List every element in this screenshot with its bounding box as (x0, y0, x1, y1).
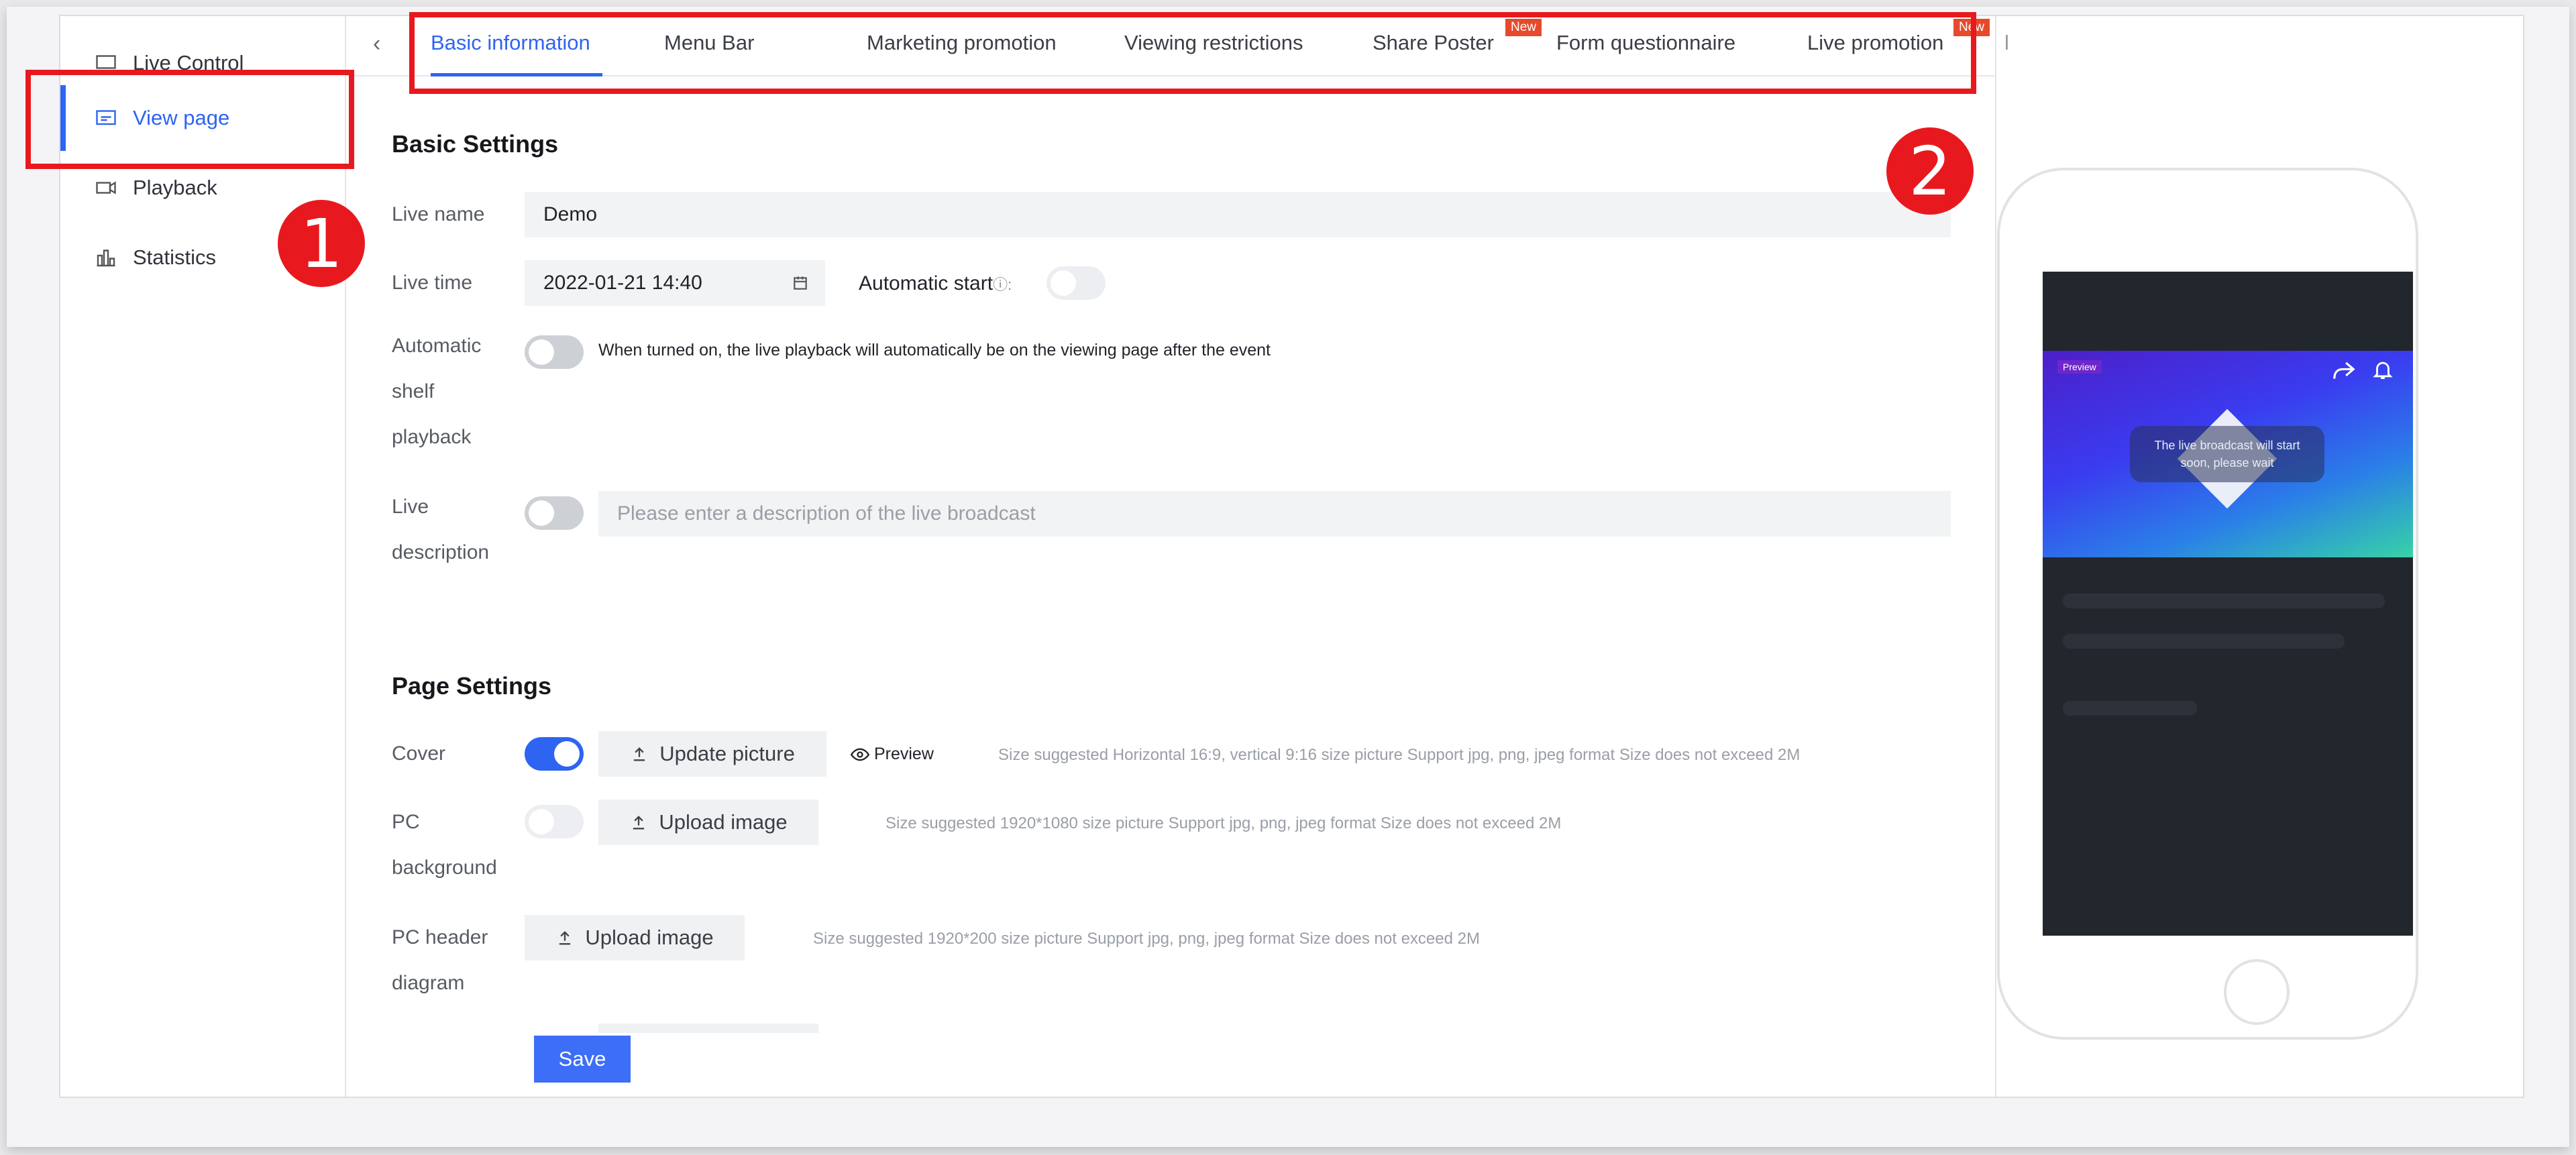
pc-header-label: PC header diagram (392, 915, 488, 1006)
pc-header-upload-button[interactable]: Upload image (525, 915, 745, 960)
pc-background-upload-button[interactable]: Upload image (598, 800, 818, 845)
pc-header-hint: Size suggested 1920*200 size picture Sup… (813, 930, 1480, 948)
video-player[interactable]: Preview The live broadcast will start so… (2043, 351, 2413, 557)
settings-content: Basic Settings Live name Demo Live time … (346, 76, 1995, 1098)
video-icon (96, 181, 116, 195)
sidebar: Live Control View page Playback Statisti… (60, 16, 346, 1097)
sidebar-item-label: Statistics (133, 245, 217, 269)
highlight-box-sidebar (25, 70, 354, 169)
sidebar-item-playback[interactable]: Playback (94, 168, 217, 208)
automatic-shelf-toggle[interactable] (525, 335, 584, 369)
upload-icon (559, 931, 571, 945)
automatic-start-label: Automatic startⓘ: (859, 272, 1012, 295)
eye-icon (850, 749, 870, 761)
highlight-box-tabs (409, 12, 1976, 94)
app-window: Live Control View page Playback Statisti… (7, 7, 2569, 1147)
label-line: description (392, 541, 490, 563)
live-time-picker[interactable]: 2022-01-21 14:40 (525, 260, 825, 306)
label-line: diagram (392, 972, 465, 994)
partial-upload-button[interactable] (598, 1024, 818, 1033)
phone-screen: Preview The live broadcast will start so… (2043, 272, 2413, 936)
phone-home-button (2224, 959, 2290, 1025)
button-label: Update picture (659, 742, 795, 765)
blurred-content (2063, 634, 2345, 649)
button-label: Upload image (659, 810, 788, 834)
section-title-basic: Basic Settings (392, 130, 559, 158)
automatic-shelf-note: When turned on, the live playback will a… (598, 341, 1271, 360)
live-name-label: Live name (392, 203, 485, 225)
live-status-message: The live broadcast will start soon, plea… (2130, 426, 2324, 482)
cover-label: Cover (392, 742, 446, 765)
save-button[interactable]: Save (534, 1036, 631, 1083)
live-description-input[interactable]: Please enter a description of the live b… (598, 491, 1951, 537)
share-icon[interactable] (2331, 359, 2357, 382)
pc-background-label: PC background (392, 800, 497, 891)
label-line: Live (392, 496, 429, 518)
label-line: shelf (392, 380, 435, 402)
live-description-label: Live description (392, 484, 489, 575)
calendar-icon (794, 276, 807, 290)
label-line: PC (392, 811, 420, 833)
preview-label: Preview (873, 745, 934, 763)
upload-icon (633, 816, 645, 830)
label-line: playback (392, 426, 472, 448)
live-time-label: Live time (392, 272, 473, 294)
section-title-page: Page Settings (392, 672, 552, 700)
live-name-input[interactable]: Demo (525, 192, 1951, 237)
pc-background-hint: Size suggested 1920*1080 size picture Su… (885, 814, 1562, 832)
bell-icon[interactable] (2371, 358, 2394, 382)
bar-chart-icon (97, 250, 115, 267)
annotation-number-one: 1 (278, 200, 365, 287)
upload-icon (634, 747, 645, 761)
cover-hint: Size suggested Horizontal 16:9, vertical… (998, 746, 1801, 764)
live-description-placeholder: Please enter a description of the live b… (617, 502, 1036, 525)
annotation-number-two: 2 (1886, 127, 1974, 215)
preview-link[interactable]: Preview (850, 745, 934, 764)
live-time-value: 2022-01-21 14:40 (543, 272, 702, 294)
label-line: Automatic (392, 335, 482, 357)
chevron-left-icon[interactable]: ‹ (373, 31, 380, 57)
preview-divider (1995, 16, 1996, 1097)
live-name-value: Demo (543, 203, 598, 225)
blurred-content (2063, 594, 2385, 608)
tab-overflow[interactable]: l (2004, 31, 2009, 55)
sidebar-item-statistics[interactable]: Statistics (94, 237, 216, 278)
automatic-start-text: Automatic start (859, 272, 994, 294)
button-label: Upload image (585, 926, 714, 949)
sidebar-item-label: Playback (133, 176, 217, 199)
live-description-toggle[interactable] (525, 496, 584, 530)
automatic-shelf-label: Automatic shelf playback (392, 323, 481, 460)
label-line: background (392, 857, 497, 879)
cover-toggle[interactable] (525, 737, 584, 771)
automatic-start-toggle[interactable] (1046, 266, 1106, 300)
label-line: PC header (392, 926, 488, 948)
update-picture-button[interactable]: Update picture (598, 731, 826, 777)
pc-background-toggle[interactable] (525, 805, 584, 838)
preview-tag: Preview (2057, 360, 2102, 374)
info-icon: ⓘ: (993, 276, 1012, 293)
blurred-content (2063, 701, 2197, 716)
